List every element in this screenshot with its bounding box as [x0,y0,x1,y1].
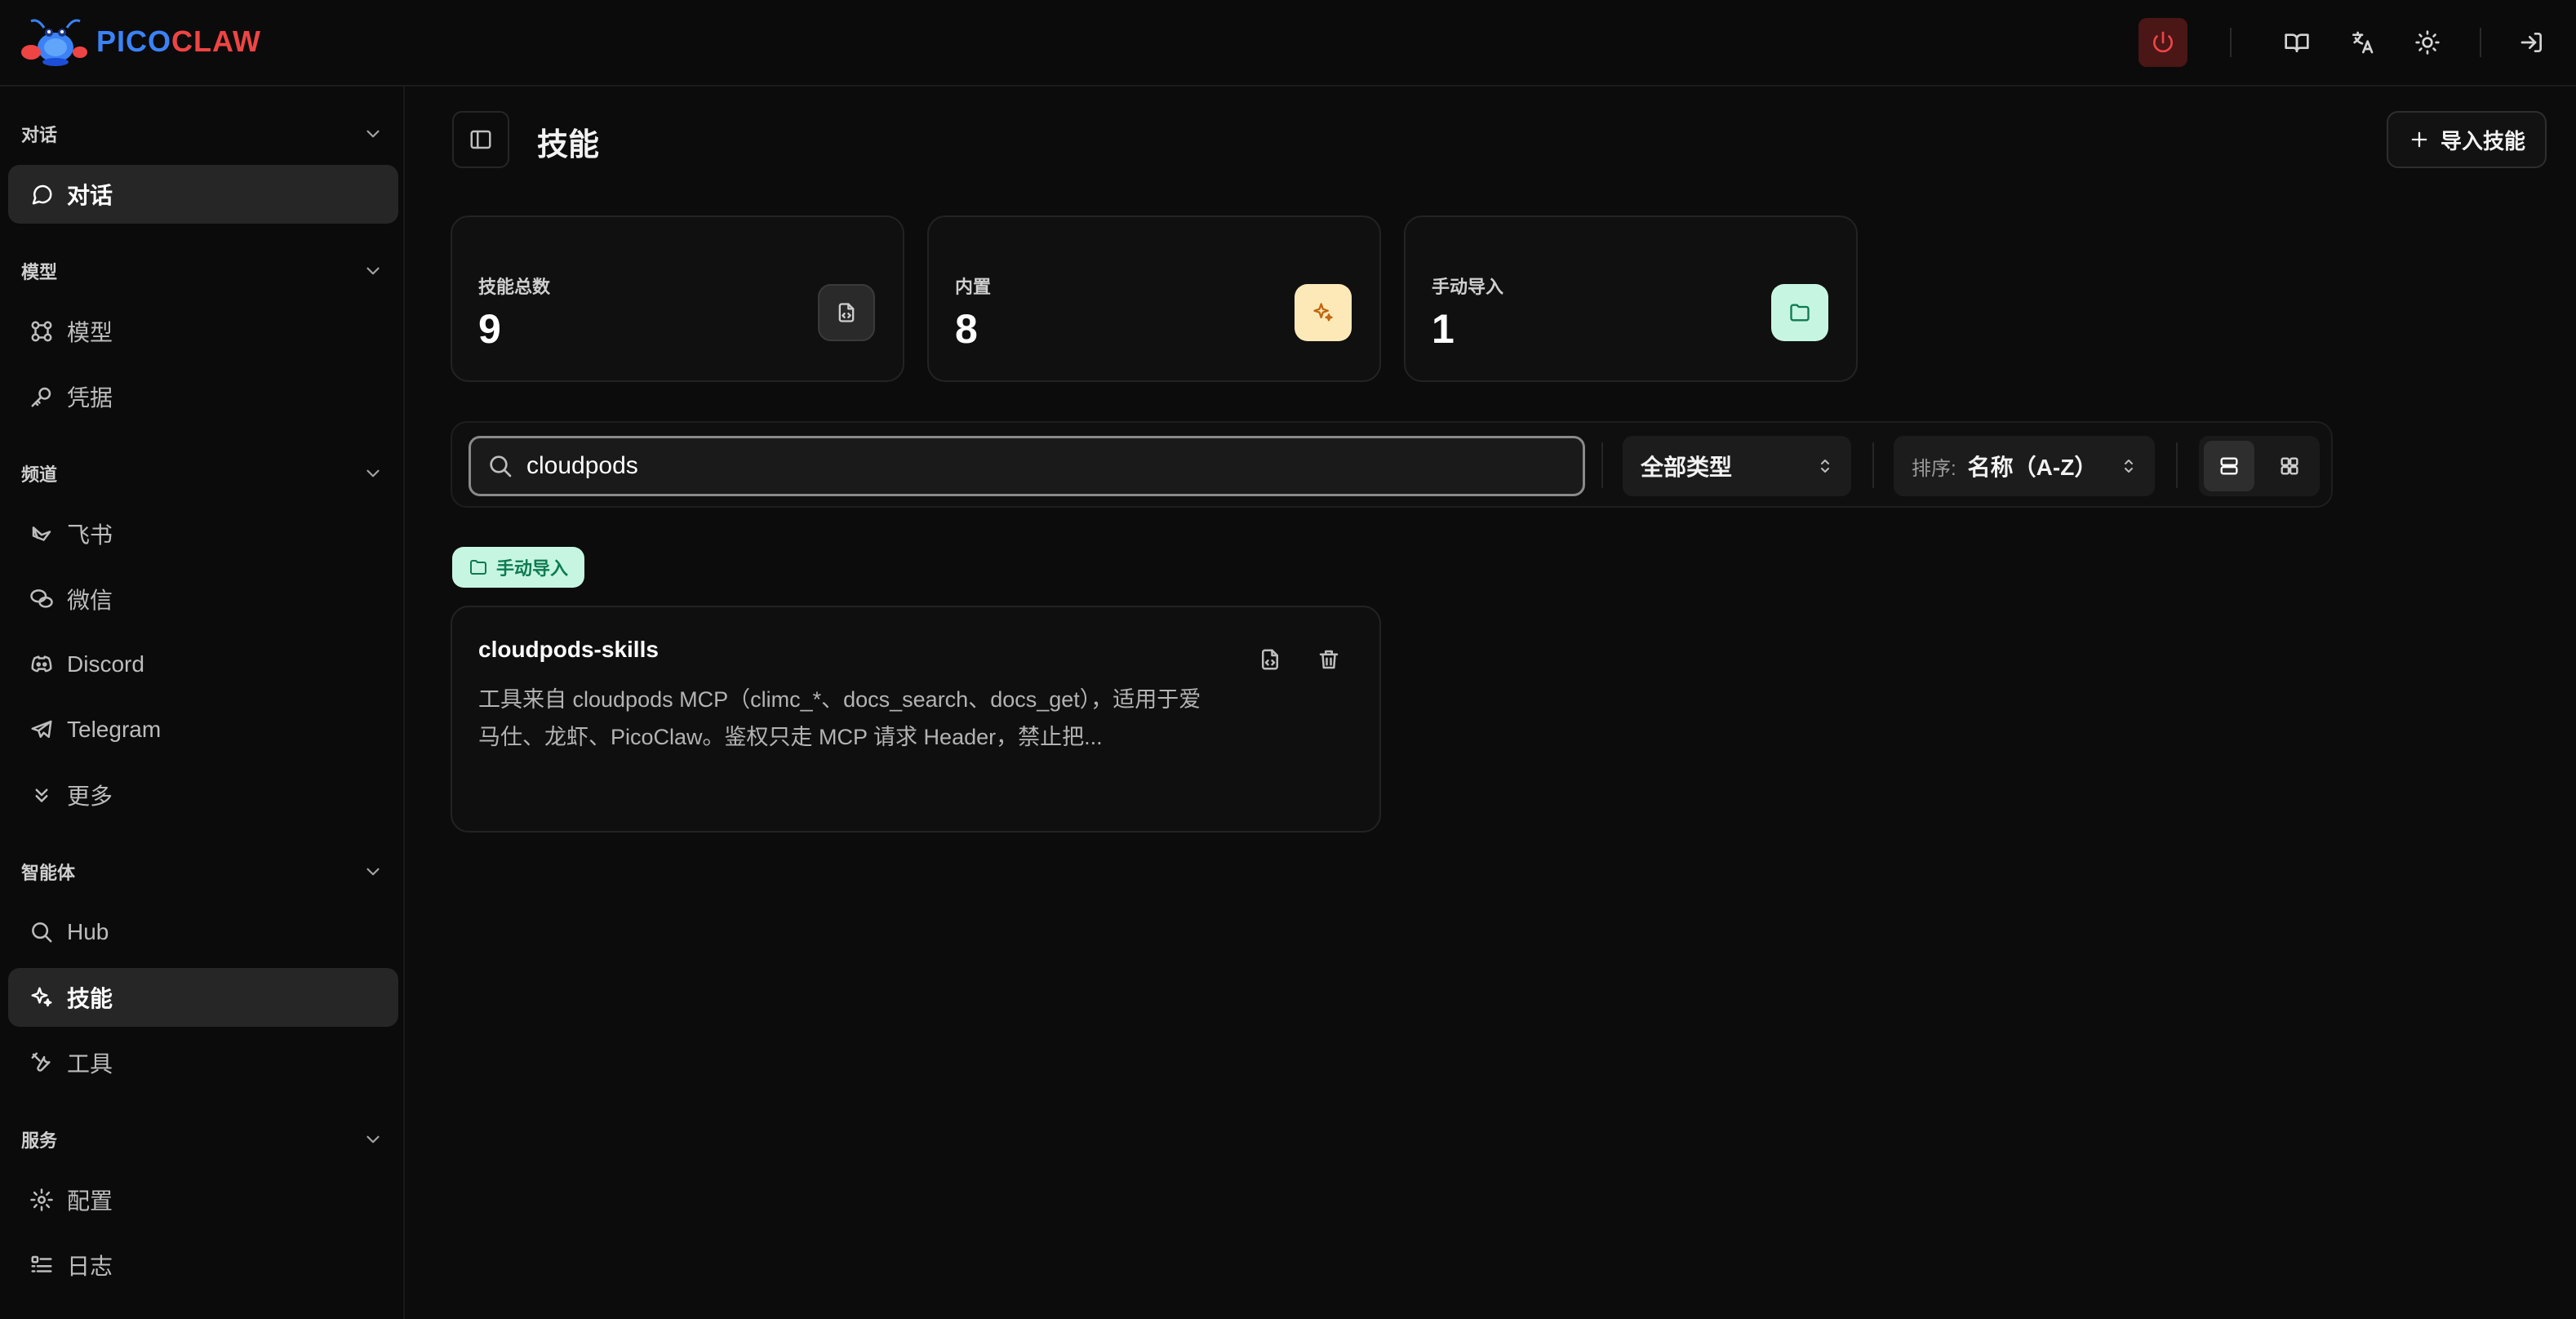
search-icon [490,455,512,477]
power-icon [2153,31,2173,53]
sidebar-toggle-button[interactable] [452,111,509,168]
telegram-icon [31,720,52,738]
feishu-icon [32,526,51,541]
top-divider [2480,28,2481,57]
sidebar-item-feishu[interactable]: 飞书 [8,504,398,563]
sidebar-section-agents[interactable]: 智能体 [21,855,384,888]
power-button[interactable] [2139,18,2187,67]
stat-card-builtin: 内置 8 [927,215,1381,382]
stat-icon-builtin [1295,284,1352,341]
logout-icon [2520,33,2542,52]
skill-card[interactable]: cloudpods-skills 工具来自 cloudpods MCP（clim… [451,606,1381,833]
gear-icon [30,1188,53,1211]
folder-icon [1790,304,1810,322]
model-icon [31,321,52,342]
sidebar-item-hub[interactable]: Hub [8,903,398,961]
logout-button[interactable] [2507,18,2556,67]
chevrons-up-down-icon [1821,460,1829,473]
filter-bar: 全部类型 排序: 名称（A-Z） [451,421,2333,508]
list-icon [31,1255,52,1272]
sparkles-icon [31,987,52,1007]
sidebar-item-credentials[interactable]: 凭据 [8,367,398,426]
view-skill-file-button[interactable] [1252,642,1288,677]
wechat-icon [30,589,53,608]
brand-name-right: CLAW [171,24,261,58]
sidebar: 对话 对话 模型 模型 凭据 频道 飞书 微信 Discord Telegram [0,87,405,1319]
discord-icon [31,655,52,673]
filter-divider [1872,442,1874,488]
sidebar-section-models[interactable]: 模型 [21,255,384,287]
sidebar-section-services[interactable]: 服务 [21,1123,384,1156]
sun-icon [2415,30,2440,55]
stat-icon-manual [1771,284,1828,341]
delete-skill-button[interactable] [1311,642,1347,677]
grid-view-button[interactable] [2264,441,2315,491]
chevrons-down-icon [35,788,48,802]
tools-icon [31,1052,51,1072]
file-code-icon [1262,649,1278,670]
search-box[interactable] [469,436,1585,496]
lobster-logo-icon [21,19,87,66]
chevron-down-icon [366,868,380,876]
sidebar-item-discord[interactable]: Discord [8,635,398,694]
brand-name-left: PICO [96,24,172,58]
sidebar-item-tools[interactable]: 工具 [8,1033,398,1092]
chevron-down-icon [366,130,380,138]
language-button[interactable] [2338,18,2387,67]
brand-logo[interactable]: PICOCLAW [20,15,261,69]
sidebar-item-skills[interactable]: 技能 [8,968,398,1027]
panel-left-icon [470,130,491,149]
theme-toggle-button[interactable] [2403,18,2452,67]
key-icon [31,387,51,407]
sort-select[interactable]: 排序: 名称（A-Z） [1894,436,2155,496]
file-code-icon [838,303,855,322]
stat-icon-total [818,284,875,341]
docs-button[interactable] [2272,18,2321,67]
type-select[interactable]: 全部类型 [1623,436,1851,496]
sparkles-icon [1313,303,1333,322]
sidebar-section-channels[interactable]: 频道 [21,457,384,490]
sidebar-item-wechat[interactable]: 微信 [8,570,398,628]
stat-card-manual: 手动导入 1 [1404,215,1858,382]
sidebar-item-models[interactable]: 模型 [8,302,398,361]
top-bar: PICOCLAW [0,0,2576,87]
trash-icon [1319,650,1339,669]
sidebar-item-telegram[interactable]: Telegram [8,700,398,759]
sidebar-item-logs[interactable]: 日志 [8,1236,398,1295]
plus-icon [2411,131,2427,148]
chevrons-up-down-icon [2125,460,2133,473]
sidebar-section-chat[interactable]: 对话 [21,118,384,150]
sidebar-item-config[interactable]: 配置 [8,1170,398,1229]
filter-divider [2176,442,2178,488]
chevron-down-icon [366,1135,380,1144]
stat-card-total: 技能总数 9 [451,215,904,382]
search-icon [32,922,52,943]
list-view-button[interactable] [2204,441,2254,491]
skill-description: 工具来自 cloudpods MCP（climc_*、docs_search、d… [478,687,1201,749]
book-open-icon [2285,33,2309,52]
import-skill-button[interactable]: 导入技能 [2387,111,2547,168]
top-divider [2230,28,2232,57]
folder-icon [470,560,486,575]
rows-icon [2220,457,2238,475]
search-input[interactable] [526,452,1506,480]
sidebar-item-more[interactable]: 更多 [8,766,398,824]
page-title: 技能 [537,128,600,162]
translate-icon [2352,31,2374,54]
filter-divider [1601,442,1603,488]
chevron-down-icon [366,267,380,275]
view-toggle [2199,436,2320,496]
group-badge-manual: 手动导入 [452,547,585,588]
message-icon [32,184,52,205]
sidebar-item-chat[interactable]: 对话 [8,165,398,224]
skill-name: cloudpods-skills [478,637,659,662]
chevron-down-icon [366,469,380,477]
grid-icon [2281,457,2298,475]
